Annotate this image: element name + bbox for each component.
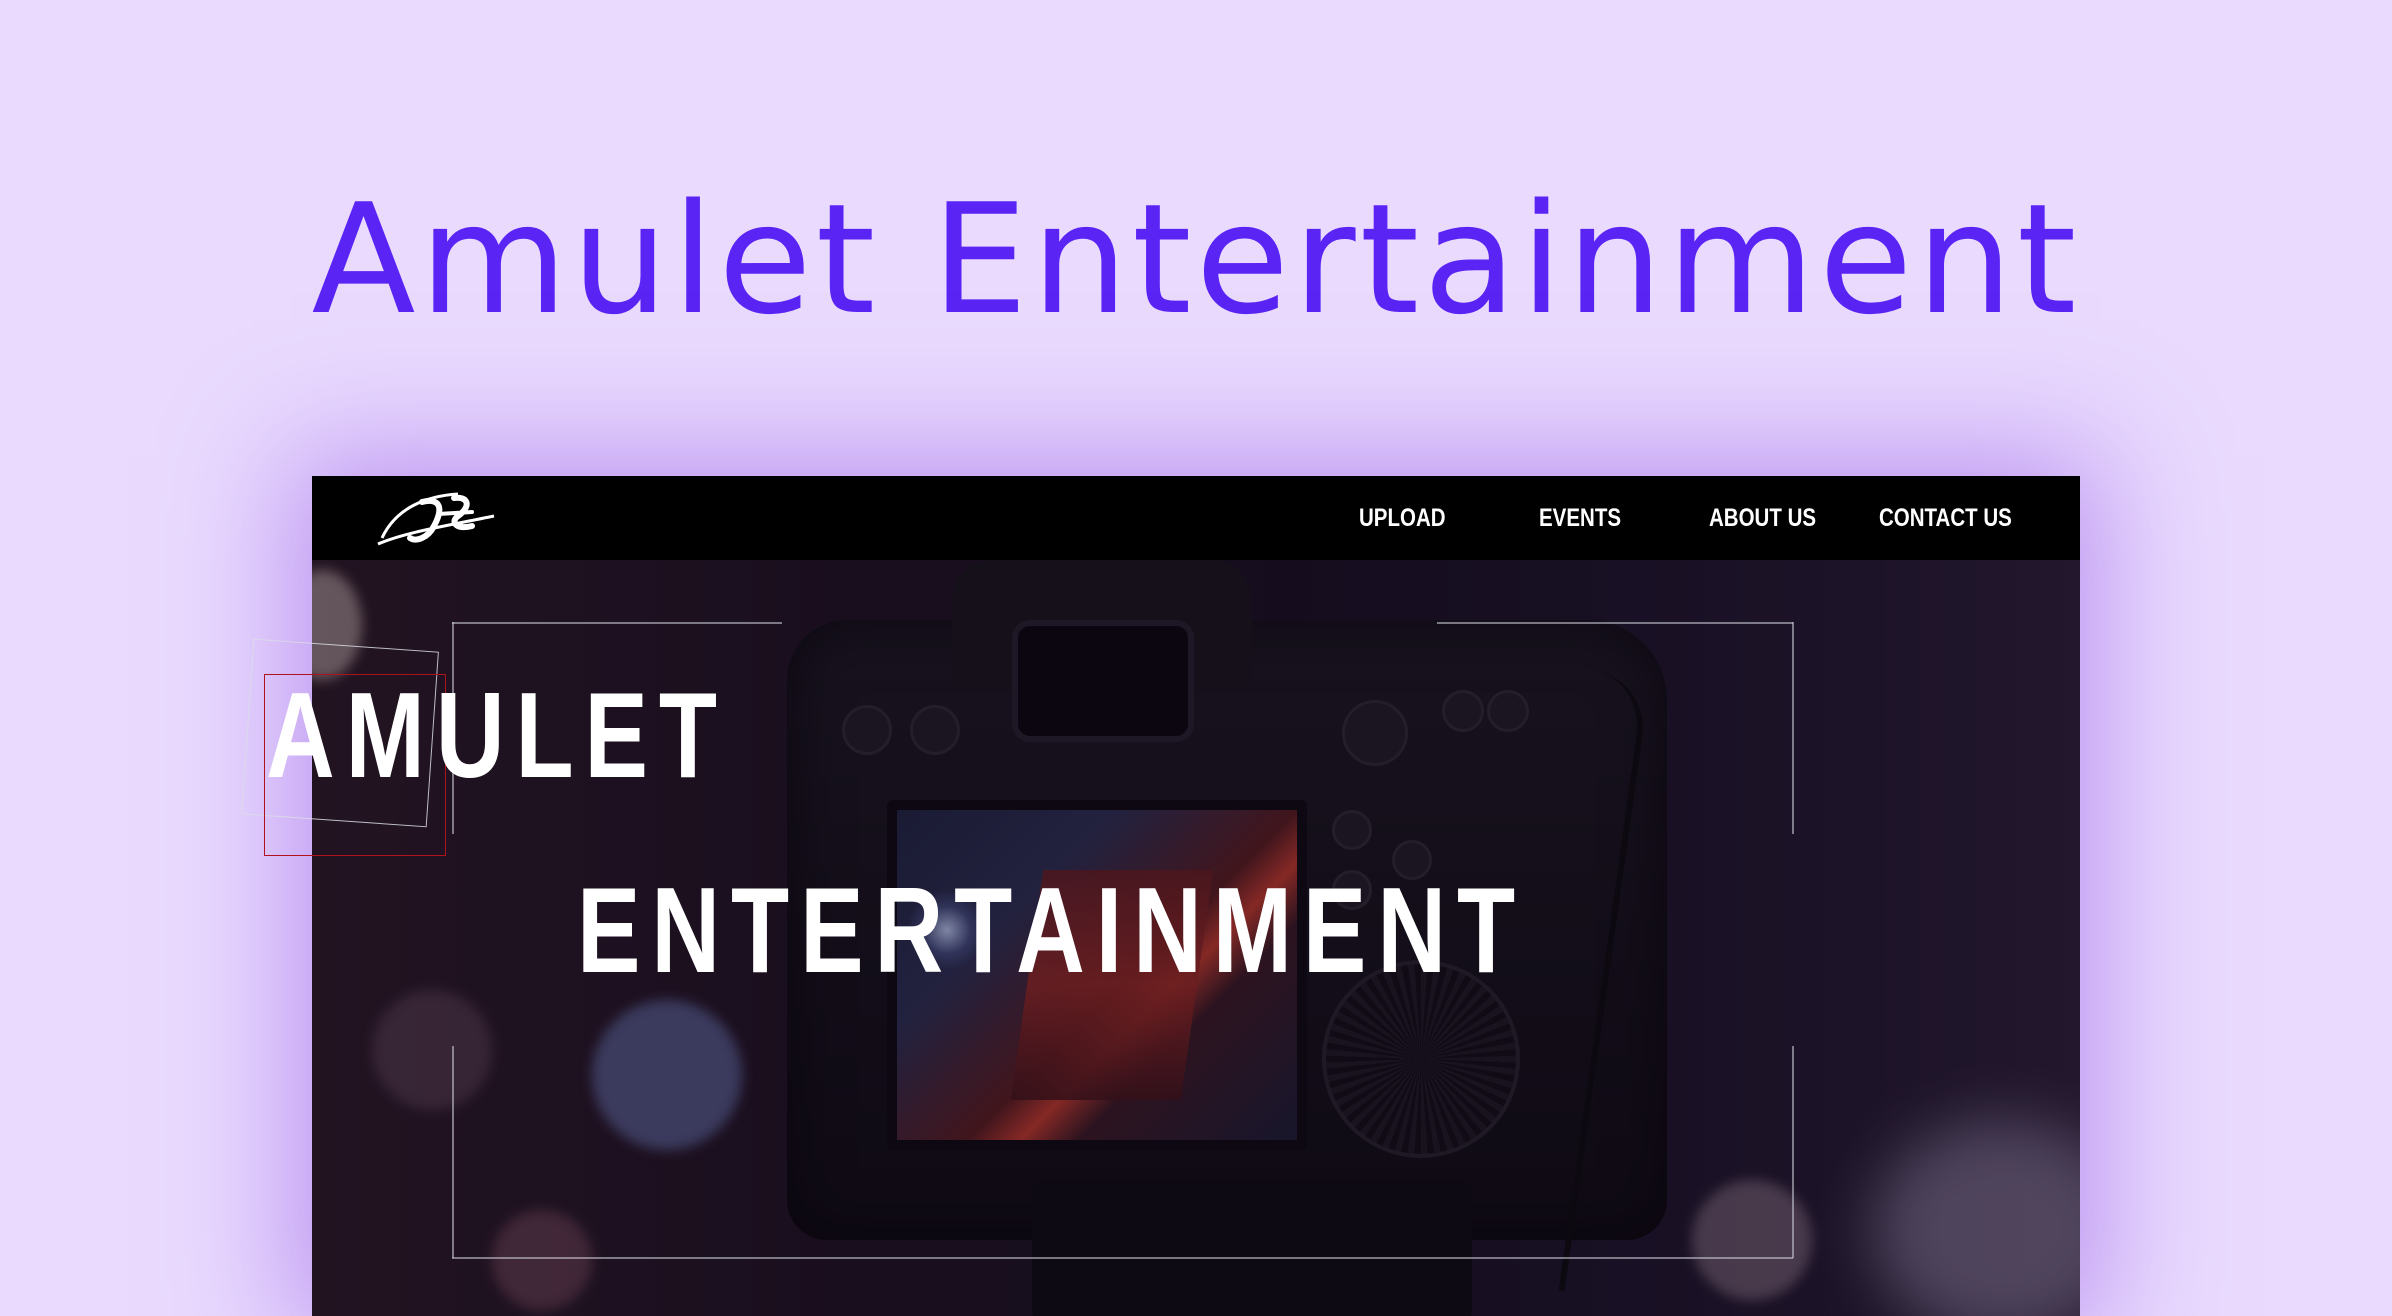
frame-line — [452, 622, 782, 624]
hero-title-entertainment: ENTERTAINMENT — [577, 862, 1527, 998]
frame-line — [1792, 1046, 1794, 1258]
page-title: Amulet Entertainment — [311, 171, 2081, 348]
hero-title-amulet: AMULET — [266, 667, 728, 803]
logo-icon[interactable] — [376, 486, 500, 550]
nav-about-us[interactable]: ABOUT US — [1709, 498, 1816, 538]
nav-contact-us[interactable]: CONTACT US — [1879, 498, 2012, 538]
frame-line — [1792, 622, 1794, 834]
nav-events[interactable]: EVENTS — [1539, 498, 1621, 538]
nav-upload[interactable]: UPLOAD — [1359, 498, 1446, 538]
frame-line — [452, 1046, 454, 1258]
frame-line — [1437, 622, 1793, 624]
navbar: UPLOAD EVENTS ABOUT US CONTACT US — [312, 476, 2080, 560]
frame-line — [452, 1257, 1793, 1259]
